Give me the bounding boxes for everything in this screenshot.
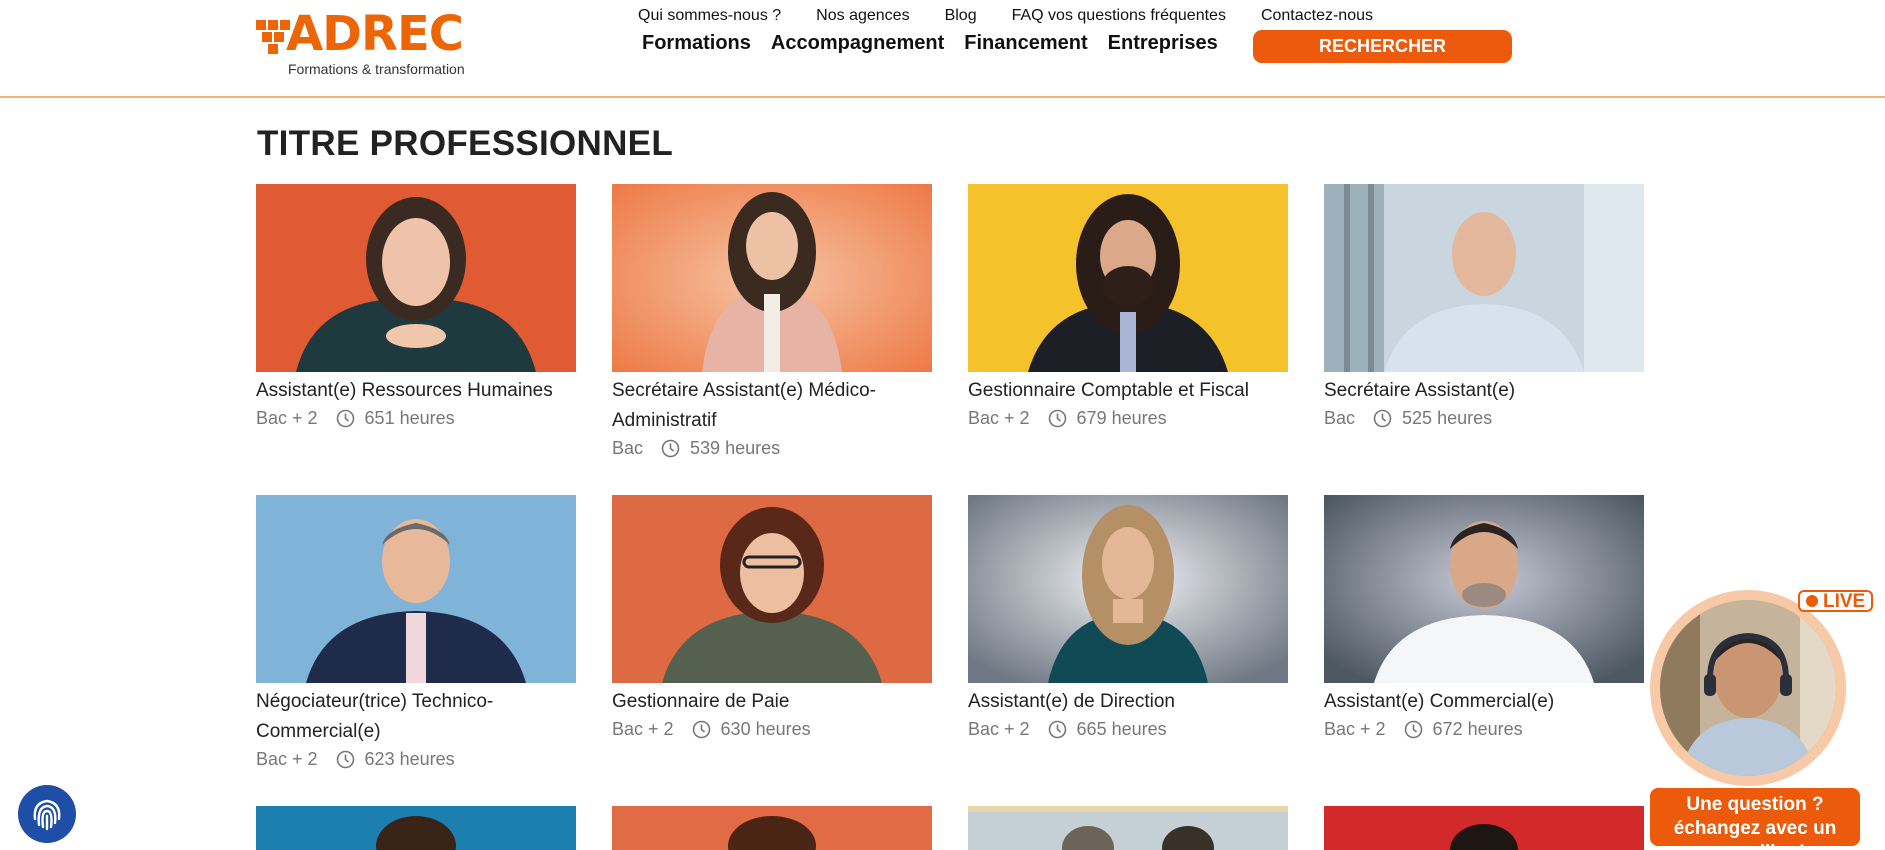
course-meta: Bac + 2 665 heures	[968, 717, 1288, 741]
course-hours: 665 heures	[1076, 719, 1167, 739]
logo-wordmark: ADREC	[286, 6, 464, 62]
course-card[interactable]: Négociateur(trice) Technico-Commercial(e…	[256, 495, 576, 771]
course-hours: 679 heures	[1076, 408, 1167, 428]
course-card[interactable]	[1324, 806, 1644, 850]
course-photo	[612, 184, 932, 372]
course-level: Bac + 2	[968, 719, 1030, 739]
page-title: TITRE PROFESSIONNEL	[257, 124, 674, 163]
course-hours: 623 heures	[364, 749, 455, 769]
course-title[interactable]: Gestionnaire Comptable et Fiscal	[968, 376, 1288, 406]
course-photo	[256, 184, 576, 372]
advisor-avatar-ring	[1650, 590, 1846, 786]
course-title[interactable]: Secrétaire Assistant(e) Médico-Administr…	[612, 376, 932, 436]
course-photo	[1324, 806, 1644, 850]
course-meta: Bac + 2 672 heures	[1324, 717, 1644, 741]
course-hours: 630 heures	[720, 719, 811, 739]
live-dot-icon	[1806, 595, 1818, 607]
clock-icon	[661, 439, 680, 458]
clock-icon	[1404, 720, 1423, 739]
course-meta: Bac 525 heures	[1324, 406, 1644, 430]
live-chat-widget[interactable]: LIVE Une question ? échangez avec un con…	[1650, 590, 1874, 850]
course-photo	[1324, 184, 1644, 372]
course-card[interactable]: Secrétaire Assistant(e) Bac 525 heures	[1324, 184, 1644, 430]
course-photo	[612, 495, 932, 683]
live-badge-label: LIVE	[1823, 590, 1866, 612]
clock-icon	[1048, 409, 1067, 428]
course-photo	[256, 806, 576, 850]
course-card[interactable]: Assistant(e) Ressources Humaines Bac + 2…	[256, 184, 576, 430]
course-card[interactable]: Assistant(e) de Direction Bac + 2 665 he…	[968, 495, 1288, 741]
course-photo	[968, 806, 1288, 850]
course-card[interactable]	[612, 806, 932, 850]
clock-icon	[1373, 409, 1392, 428]
advisor-avatar[interactable]	[1660, 600, 1836, 776]
course-meta: Bac + 2 679 heures	[968, 406, 1288, 430]
course-card[interactable]	[968, 806, 1288, 850]
course-photo	[968, 495, 1288, 683]
nav-accompagnement[interactable]: Accompagnement	[771, 32, 944, 55]
course-level: Bac	[1324, 408, 1356, 428]
nav-link-blog[interactable]: Blog	[945, 7, 977, 27]
search-button[interactable]: RECHERCHER	[1253, 30, 1512, 63]
course-meta: Bac + 2 630 heures	[612, 717, 932, 741]
nav-link-faq[interactable]: FAQ vos questions fréquentes	[1012, 7, 1226, 27]
course-photo	[612, 806, 932, 850]
main-nav: Formations Accompagnement Financement En…	[642, 32, 1218, 55]
clock-icon	[692, 720, 711, 739]
course-title[interactable]: Assistant(e) Ressources Humaines	[256, 376, 576, 406]
course-level: Bac + 2	[256, 749, 318, 769]
course-hours: 651 heures	[364, 408, 455, 428]
course-photo	[1324, 495, 1644, 683]
course-hours: 672 heures	[1432, 719, 1523, 739]
course-hours: 539 heures	[690, 438, 781, 458]
course-title[interactable]: Secrétaire Assistant(e)	[1324, 376, 1644, 406]
course-title[interactable]: Gestionnaire de Paie	[612, 687, 932, 717]
nav-link-agencies[interactable]: Nos agences	[816, 7, 909, 27]
nav-formations[interactable]: Formations	[642, 32, 751, 55]
live-chat-cta[interactable]: Une question ? échangez avec un conseill…	[1650, 788, 1860, 850]
course-card[interactable]	[256, 806, 576, 850]
logo-tagline: Formations & transformation	[288, 61, 465, 77]
fingerprint-button[interactable]	[18, 785, 76, 843]
course-title[interactable]: Assistant(e) Commercial(e)	[1324, 687, 1644, 717]
nav-link-about[interactable]: Qui sommes-nous ?	[638, 7, 781, 27]
course-meta: Bac + 2 623 heures	[256, 747, 576, 771]
course-photo	[968, 184, 1288, 372]
course-level: Bac + 2	[968, 408, 1030, 428]
course-card[interactable]: Assistant(e) Commercial(e) Bac + 2 672 h…	[1324, 495, 1644, 741]
secondary-nav: Qui sommes-nous ? Nos agences Blog FAQ v…	[638, 7, 1373, 27]
course-level: Bac + 2	[1324, 719, 1386, 739]
fingerprint-icon	[33, 799, 61, 831]
course-level: Bac	[612, 438, 644, 458]
course-meta: Bac + 2 651 heures	[256, 406, 576, 430]
course-card[interactable]: Gestionnaire Comptable et Fiscal Bac + 2…	[968, 184, 1288, 430]
course-card[interactable]: Gestionnaire de Paie Bac + 2 630 heures	[612, 495, 932, 741]
nav-financement[interactable]: Financement	[964, 32, 1087, 55]
site-header: ADREC Formations & transformation Qui so…	[0, 0, 1885, 98]
nav-link-contact[interactable]: Contactez-nous	[1261, 7, 1373, 27]
course-photo	[256, 495, 576, 683]
clock-icon	[336, 409, 355, 428]
course-title[interactable]: Négociateur(trice) Technico-Commercial(e…	[256, 687, 576, 747]
live-badge: LIVE	[1798, 590, 1874, 612]
adrec-logo[interactable]: ADREC Formations & transformation	[256, 8, 486, 80]
course-hours: 525 heures	[1402, 408, 1493, 428]
course-level: Bac + 2	[256, 408, 318, 428]
course-card[interactable]: Secrétaire Assistant(e) Médico-Administr…	[612, 184, 932, 460]
clock-icon	[336, 750, 355, 769]
course-meta: Bac 539 heures	[612, 436, 932, 460]
clock-icon	[1048, 720, 1067, 739]
course-title[interactable]: Assistant(e) de Direction	[968, 687, 1288, 717]
nav-entreprises[interactable]: Entreprises	[1108, 32, 1218, 55]
course-level: Bac + 2	[612, 719, 674, 739]
